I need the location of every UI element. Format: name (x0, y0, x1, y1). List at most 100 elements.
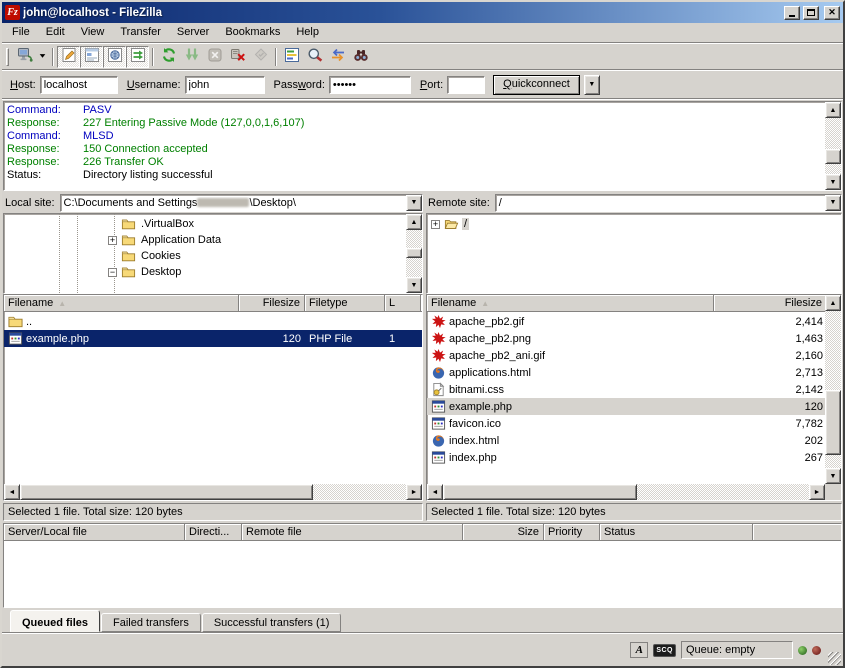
log-line: Command:PASV (7, 104, 822, 117)
menu-item-server[interactable]: Server (169, 24, 217, 41)
speed-limits-icon[interactable]: SCQ (653, 644, 676, 657)
scroll-right-button[interactable]: ► (406, 484, 422, 500)
resize-grip[interactable] (828, 652, 841, 665)
remote-list-hscrollbar[interactable]: ◄► (427, 484, 825, 500)
disconnect-server-button[interactable] (226, 46, 249, 68)
scroll-thumb[interactable] (443, 484, 637, 500)
scroll-track[interactable] (825, 118, 841, 174)
scroll-right-button[interactable]: ► (809, 484, 825, 500)
file-row[interactable]: index.html202 (427, 432, 825, 449)
menu-item-bookmarks[interactable]: Bookmarks (217, 24, 288, 41)
find-files-button[interactable] (349, 46, 372, 68)
scroll-track[interactable] (20, 484, 406, 500)
scroll-track[interactable] (443, 484, 809, 500)
toggle-local-tree-button[interactable] (80, 46, 103, 68)
remote-site-combobox[interactable]: / ▼ (495, 194, 842, 212)
file-row[interactable]: apache_pb2.gif2,414 (427, 313, 825, 330)
column-header-remotefile[interactable]: Remote file (242, 524, 463, 541)
file-row[interactable]: example.php120PHP File1 (4, 330, 422, 347)
menu-item-view[interactable]: View (73, 24, 113, 41)
scroll-left-button[interactable]: ◄ (4, 484, 20, 500)
scroll-thumb[interactable] (406, 248, 422, 258)
scroll-up-button[interactable]: ▲ (825, 295, 841, 311)
scroll-track[interactable] (406, 230, 422, 277)
file-row[interactable]: bitnami.css2,142 (427, 381, 825, 398)
menu-item-transfer[interactable]: Transfer (112, 24, 169, 41)
column-header-size[interactable]: Size (463, 524, 544, 541)
quickconnect-button[interactable]: Quickconnect (493, 75, 580, 95)
maximize-button[interactable] (803, 6, 819, 20)
scroll-up-button[interactable]: ▲ (825, 102, 841, 118)
tab-failed-transfers[interactable]: Failed transfers (101, 613, 201, 632)
minimize-button[interactable] (784, 6, 800, 20)
cancel-operation-button[interactable] (203, 46, 226, 68)
column-header-filename[interactable]: Filename▲ (427, 295, 714, 312)
tree-item[interactable]: +Application Data (4, 232, 406, 248)
scroll-left-button[interactable]: ◄ (427, 484, 443, 500)
expand-icon[interactable]: + (108, 236, 117, 245)
tree-item-label: Cookies (139, 250, 183, 262)
host-input[interactable] (40, 76, 118, 94)
tab-successful-transfers-1-[interactable]: Successful transfers (1) (202, 613, 342, 632)
directory-listing-filters-button[interactable] (280, 46, 303, 68)
close-button[interactable]: ✕ (824, 6, 840, 20)
expand-icon[interactable]: + (431, 220, 440, 229)
column-header-l[interactable]: L (385, 295, 421, 312)
local-site-combobox[interactable]: C:\Documents and Settings\Desktop\ ▼ (60, 194, 423, 212)
scroll-down-button[interactable]: ▼ (406, 277, 422, 293)
tab-queued-files[interactable]: Queued files (10, 610, 100, 632)
column-header-filetype[interactable]: Filetype (305, 295, 385, 312)
column-header-priority[interactable]: Priority (544, 524, 600, 541)
reconnect-server-button[interactable] (249, 46, 272, 68)
menu-item-file[interactable]: File (4, 24, 38, 41)
username-input[interactable] (185, 76, 265, 94)
synchronized-browsing-button[interactable] (326, 46, 349, 68)
message-log-scrollbar[interactable]: ▲▼ (825, 102, 841, 190)
file-row[interactable]: apache_pb2_ani.gif2,160 (427, 347, 825, 364)
column-header-serverlocalfile[interactable]: Server/Local file (4, 524, 185, 541)
site-manager-dropdown-button[interactable] (36, 46, 49, 68)
file-row[interactable]: .. (4, 313, 422, 330)
local-list-hscrollbar[interactable]: ◄► (4, 484, 422, 500)
scroll-down-button[interactable]: ▼ (825, 174, 841, 190)
sort-ascending-icon: ▲ (481, 299, 489, 308)
transfer-type-indicator[interactable]: A (630, 642, 648, 658)
refresh-file-lists-button[interactable] (157, 46, 180, 68)
menu-item-help[interactable]: Help (288, 24, 327, 41)
column-header-directi[interactable]: Directi... (185, 524, 242, 541)
tree-item[interactable]: .VirtualBox (4, 216, 406, 232)
scroll-thumb[interactable] (20, 484, 313, 500)
scroll-track[interactable] (825, 311, 841, 468)
menu-item-edit[interactable]: Edit (38, 24, 73, 41)
password-input[interactable] (329, 76, 411, 94)
toggle-message-log-button[interactable] (57, 46, 80, 68)
tree-item[interactable]: −Desktop (4, 264, 406, 280)
process-queue-button[interactable] (180, 46, 203, 68)
file-row[interactable]: apache_pb2.png1,463 (427, 330, 825, 347)
scroll-down-button[interactable]: ▼ (825, 468, 841, 484)
site-manager-button[interactable] (13, 46, 36, 68)
column-header-status[interactable]: Status (600, 524, 753, 541)
toggle-remote-tree-button[interactable] (103, 46, 126, 68)
column-header-filesize[interactable]: Filesize (714, 295, 827, 312)
file-row[interactable]: index.php267 (427, 449, 825, 466)
file-row[interactable]: favicon.ico7,782 (427, 415, 825, 432)
port-input[interactable] (447, 76, 485, 94)
column-header-filesize[interactable]: Filesize (239, 295, 305, 312)
toggle-transfer-queue-button[interactable] (126, 46, 149, 68)
remote-list-vscrollbar[interactable]: ▲▼ (825, 295, 841, 484)
quickconnect-dropdown-button[interactable]: ▼ (584, 75, 600, 95)
tree-item[interactable]: +/ (427, 216, 841, 232)
scroll-up-button[interactable]: ▲ (406, 214, 422, 230)
directory-comparison-button[interactable] (303, 46, 326, 68)
column-header-filename[interactable]: Filename▲ (4, 295, 239, 312)
local-tree-scrollbar[interactable]: ▲▼ (406, 214, 422, 293)
local-site-dropdown-button[interactable]: ▼ (406, 195, 422, 211)
scroll-thumb[interactable] (825, 149, 841, 165)
tree-item[interactable]: Cookies (4, 248, 406, 264)
remote-site-dropdown-button[interactable]: ▼ (825, 195, 841, 211)
file-row[interactable]: applications.html2,713 (427, 364, 825, 381)
file-row[interactable]: example.php120 (427, 398, 825, 415)
collapse-icon[interactable]: − (108, 268, 117, 277)
scroll-thumb[interactable] (825, 390, 841, 456)
